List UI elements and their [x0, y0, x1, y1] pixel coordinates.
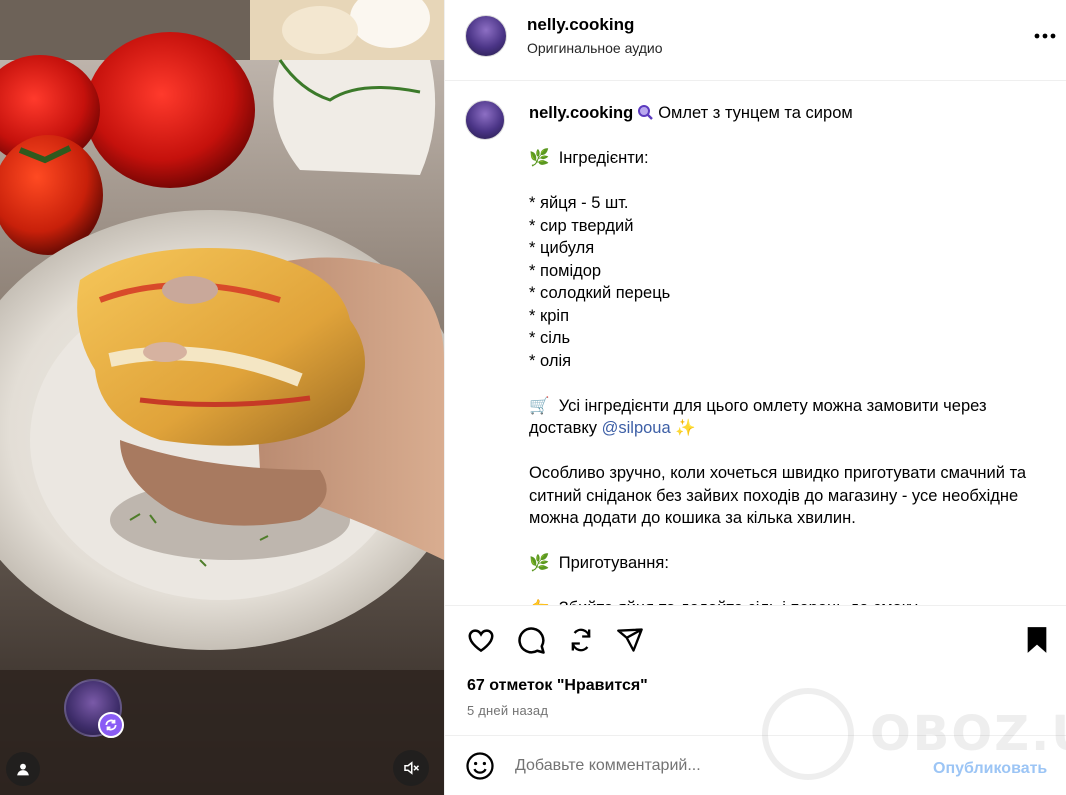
magnifier-emoji-icon — [638, 105, 654, 120]
save-bookmark-icon[interactable] — [1021, 624, 1053, 656]
user-icon — [17, 763, 29, 776]
caption-title: Омлет з тунцем та сиром — [658, 104, 853, 122]
tagged-users-button[interactable] — [6, 752, 40, 786]
share-icon[interactable] — [614, 624, 646, 656]
post-header: nelly.cooking Оригинальное аудио — [445, 0, 1066, 81]
comment-bar: Опубликовать — [445, 735, 1066, 795]
author-avatar[interactable] — [465, 15, 507, 57]
food-photo — [0, 0, 444, 795]
mute-button[interactable] — [393, 750, 429, 786]
caption-body-1: 🌿 Інгредієнти: * яйця - 5 шт. * сир твер… — [529, 149, 987, 437]
caption-body-2: ✨ Особливо зручно, коли хочеться швидко … — [529, 419, 1027, 605]
remix-icon[interactable] — [98, 712, 124, 738]
speaker-muted-icon — [404, 761, 420, 775]
audio-link[interactable]: Оригинальное аудио — [527, 40, 663, 56]
action-bar: 67 отметок "Нравится" 5 дней назад — [445, 605, 1066, 735]
repost-icon[interactable] — [565, 624, 597, 656]
likes-count[interactable]: 67 отметок "Нравится" — [467, 677, 648, 695]
post-media[interactable] — [0, 0, 444, 795]
caption-username[interactable]: nelly.cooking — [529, 104, 633, 122]
more-options-icon[interactable] — [1031, 24, 1059, 48]
publish-button[interactable]: Опубликовать — [933, 760, 1047, 778]
caption-text: nelly.cooking Омлет з тунцем та сиром 🌿 І… — [529, 102, 1039, 605]
like-icon[interactable] — [465, 624, 497, 656]
post-time[interactable]: 5 дней назад — [467, 703, 548, 718]
comment-icon[interactable] — [515, 624, 547, 656]
caption-author-avatar[interactable] — [465, 100, 505, 140]
post-panel: nelly.cooking Оригинальное аудио nelly.c… — [444, 0, 1066, 795]
author-username[interactable]: nelly.cooking — [527, 15, 634, 35]
comment-input[interactable] — [515, 752, 915, 780]
caption-scroll[interactable]: nelly.cooking Омлет з тунцем та сиром 🌿 І… — [445, 82, 1066, 605]
emoji-icon[interactable] — [465, 751, 495, 781]
mention-link[interactable]: @silpoua — [602, 419, 671, 437]
